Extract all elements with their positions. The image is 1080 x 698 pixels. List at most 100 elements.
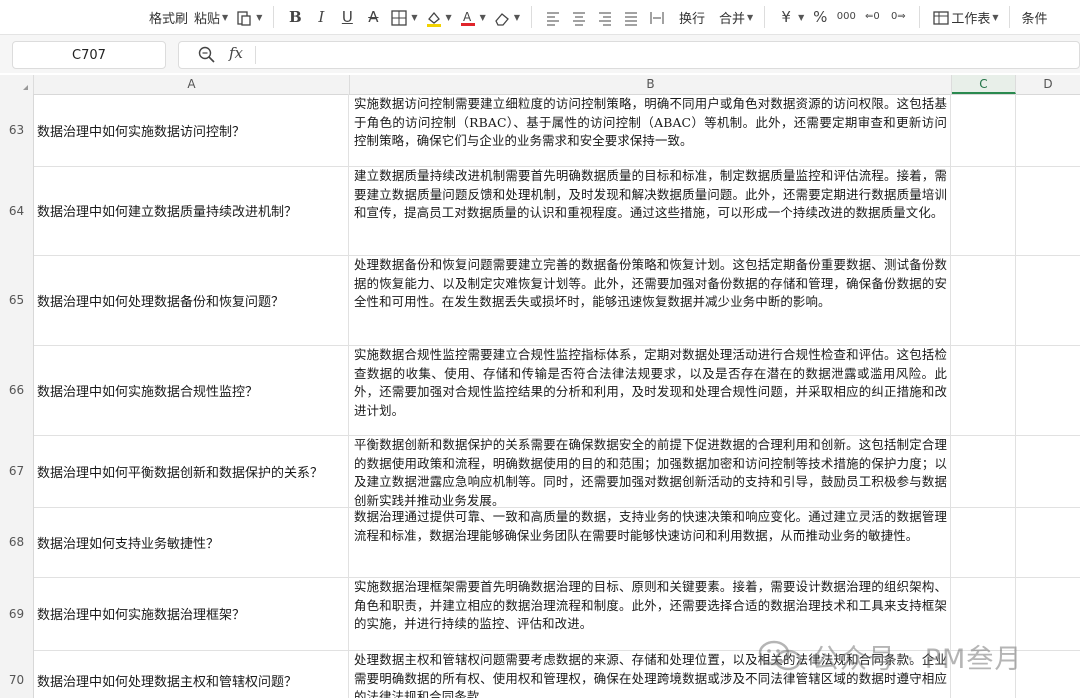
cell-empty[interactable]: [952, 650, 1016, 698]
toolbar-divider: [919, 6, 921, 28]
cell-answer[interactable]: 处理数据主权和管辖权问题需要考虑数据的来源、存储和处理位置，以及相关的法律法规和…: [350, 650, 951, 698]
paste-label: 粘贴: [194, 11, 221, 27]
row-number[interactable]: 68: [0, 507, 34, 577]
column-header-b[interactable]: B: [350, 75, 952, 94]
align-left-button[interactable]: [540, 5, 566, 29]
cell-question[interactable]: 数据治理中如何建立数据质量持续改进机制？: [34, 166, 349, 255]
underline-button[interactable]: U: [334, 5, 360, 29]
clipboard-button[interactable]: ▼: [231, 5, 265, 29]
cell-empty[interactable]: [1016, 166, 1080, 255]
chevron-down-icon: ▼: [411, 12, 418, 22]
thousands-button[interactable]: 000: [833, 5, 859, 29]
row-number[interactable]: 64: [0, 166, 34, 255]
cell-question[interactable]: 数据治理中如何平衡数据创新和数据保护的关系？: [34, 435, 349, 507]
svg-text:A: A: [463, 10, 472, 24]
row-number[interactable]: 69: [0, 577, 34, 650]
paste-button[interactable]: 粘贴 ▼: [191, 5, 231, 29]
thousands-separator-icon: 000: [836, 11, 856, 22]
strikethrough-button[interactable]: A: [360, 5, 386, 29]
cell-empty[interactable]: [952, 94, 1016, 166]
cell-answer[interactable]: 平衡数据创新和数据保护的关系需要在确保数据安全的前提下促进数据的合理利用和创新。…: [350, 435, 951, 507]
underline-icon: U: [341, 8, 353, 26]
table-row: 67 数据治理中如何平衡数据创新和数据保护的关系？ 平衡数据创新和数据保护的关系需要…: [0, 435, 1080, 508]
percent-icon: %: [813, 8, 828, 26]
clipboard-icon: [234, 7, 254, 27]
cell-empty[interactable]: [1016, 255, 1080, 345]
cell-empty[interactable]: [1016, 345, 1080, 435]
cell-empty[interactable]: [1016, 435, 1080, 507]
column-header-row: A B C D: [0, 75, 1080, 95]
bold-icon: B: [289, 8, 302, 26]
table-row: 68 数据治理如何支持业务敏捷性？ 数据治理通过提供可靠、一致和高质量的数据，支持业…: [0, 507, 1080, 578]
bold-button[interactable]: B: [282, 5, 308, 29]
align-center-button[interactable]: [566, 5, 592, 29]
borders-icon: [389, 7, 409, 27]
increase-decimal-icon: ⇐0: [864, 11, 880, 22]
strikethrough-icon: A: [368, 8, 379, 26]
cell-answer[interactable]: 建立数据质量持续改进机制需要首先明确数据质量的目标和标准，制定数据质量监控和评估…: [350, 166, 951, 255]
worksheet-icon: [931, 7, 951, 27]
row-number[interactable]: 65: [0, 255, 34, 345]
justify-icon: [621, 7, 641, 27]
borders-button[interactable]: ▼: [386, 5, 420, 29]
cell-question[interactable]: 数据治理中如何实施数据访问控制？: [34, 94, 349, 166]
cell-empty[interactable]: [952, 507, 1016, 577]
cell-empty[interactable]: [1016, 507, 1080, 577]
worksheet-button[interactable]: 工作表 ▼: [928, 5, 1001, 29]
name-box[interactable]: C707: [12, 41, 166, 69]
formula-input[interactable]: fx: [178, 41, 1080, 69]
table-row: 63 数据治理中如何实施数据访问控制？ 实施数据访问控制需要建立细粒度的访问控制策略…: [0, 94, 1080, 167]
zoom-icon[interactable]: [197, 45, 217, 65]
wrap-text-label: 换行: [678, 11, 705, 27]
column-header-a[interactable]: A: [34, 75, 350, 94]
format-painter-button[interactable]: 格式刷: [146, 5, 191, 29]
decrease-decimal-button[interactable]: 0⇒: [885, 5, 911, 29]
column-header-c[interactable]: C: [952, 75, 1016, 94]
cell-empty[interactable]: [952, 345, 1016, 435]
cell-empty[interactable]: [1016, 577, 1080, 650]
merge-button[interactable]: 合并 ▼: [716, 5, 756, 29]
chevron-down-icon: ▼: [747, 12, 754, 22]
cell-empty[interactable]: [952, 166, 1016, 255]
formula-bar: C707 fx: [0, 35, 1080, 73]
percent-button[interactable]: %: [807, 5, 833, 29]
select-all-corner[interactable]: [0, 75, 34, 94]
toolbar-divider: [530, 6, 532, 28]
increase-decimal-button[interactable]: ⇐0: [859, 5, 885, 29]
cell-question[interactable]: 数据治理中如何实施数据合规性监控？: [34, 345, 349, 435]
distribute-button[interactable]: [644, 5, 670, 29]
table-row: 65 数据治理中如何处理数据备份和恢复问题？ 处理数据备份和恢复问题需要建立完善的数…: [0, 255, 1080, 346]
row-number[interactable]: 63: [0, 94, 34, 166]
cell-question[interactable]: 数据治理中如何实施数据治理框架？: [34, 577, 349, 650]
row-number[interactable]: 70: [0, 650, 34, 698]
row-number[interactable]: 67: [0, 435, 34, 507]
conditional-format-button[interactable]: 条件: [1018, 5, 1050, 29]
fill-color-button[interactable]: ▼: [421, 5, 455, 29]
align-right-icon: [595, 7, 615, 27]
cell-empty[interactable]: [952, 255, 1016, 345]
cell-question[interactable]: 数据治理中如何处理数据主权和管辖权问题？: [34, 650, 349, 698]
wrap-text-button[interactable]: 换行: [676, 5, 708, 29]
eraser-icon: [492, 7, 512, 27]
cell-answer[interactable]: 实施数据治理框架需要首先明确数据治理的目标、原则和关键要素。接着，需要设计数据治…: [350, 577, 951, 650]
justify-button[interactable]: [618, 5, 644, 29]
cell-answer[interactable]: 数据治理通过提供可靠、一致和高质量的数据，支持业务的快速决策和响应变化。通过建立…: [350, 507, 951, 577]
cell-empty[interactable]: [952, 435, 1016, 507]
fx-icon[interactable]: fx: [229, 44, 243, 62]
cell-answer[interactable]: 实施数据访问控制需要建立细粒度的访问控制策略，明确不同用户或角色对数据资源的访问…: [350, 94, 951, 166]
cell-answer[interactable]: 处理数据备份和恢复问题需要建立完善的数据备份策略和恢复计划。这包括定期备份重要数…: [350, 255, 951, 345]
currency-button[interactable]: ¥ ▼: [773, 5, 807, 29]
column-header-d[interactable]: D: [1016, 75, 1080, 94]
cell-question[interactable]: 数据治理如何支持业务敏捷性？: [34, 507, 349, 577]
cell-empty[interactable]: [1016, 94, 1080, 166]
font-color-button[interactable]: A ▼: [455, 5, 489, 29]
align-right-button[interactable]: [592, 5, 618, 29]
row-number[interactable]: 66: [0, 345, 34, 435]
cell-empty[interactable]: [1016, 650, 1080, 698]
clear-format-button[interactable]: ▼: [489, 5, 523, 29]
italic-button[interactable]: I: [308, 5, 334, 29]
chevron-down-icon: ▼: [445, 12, 452, 22]
cell-empty[interactable]: [952, 577, 1016, 650]
cell-answer[interactable]: 实施数据合规性监控需要建立合规性监控指标体系，定期对数据处理活动进行合规性检查和…: [350, 345, 951, 435]
cell-question[interactable]: 数据治理中如何处理数据备份和恢复问题？: [34, 255, 349, 345]
